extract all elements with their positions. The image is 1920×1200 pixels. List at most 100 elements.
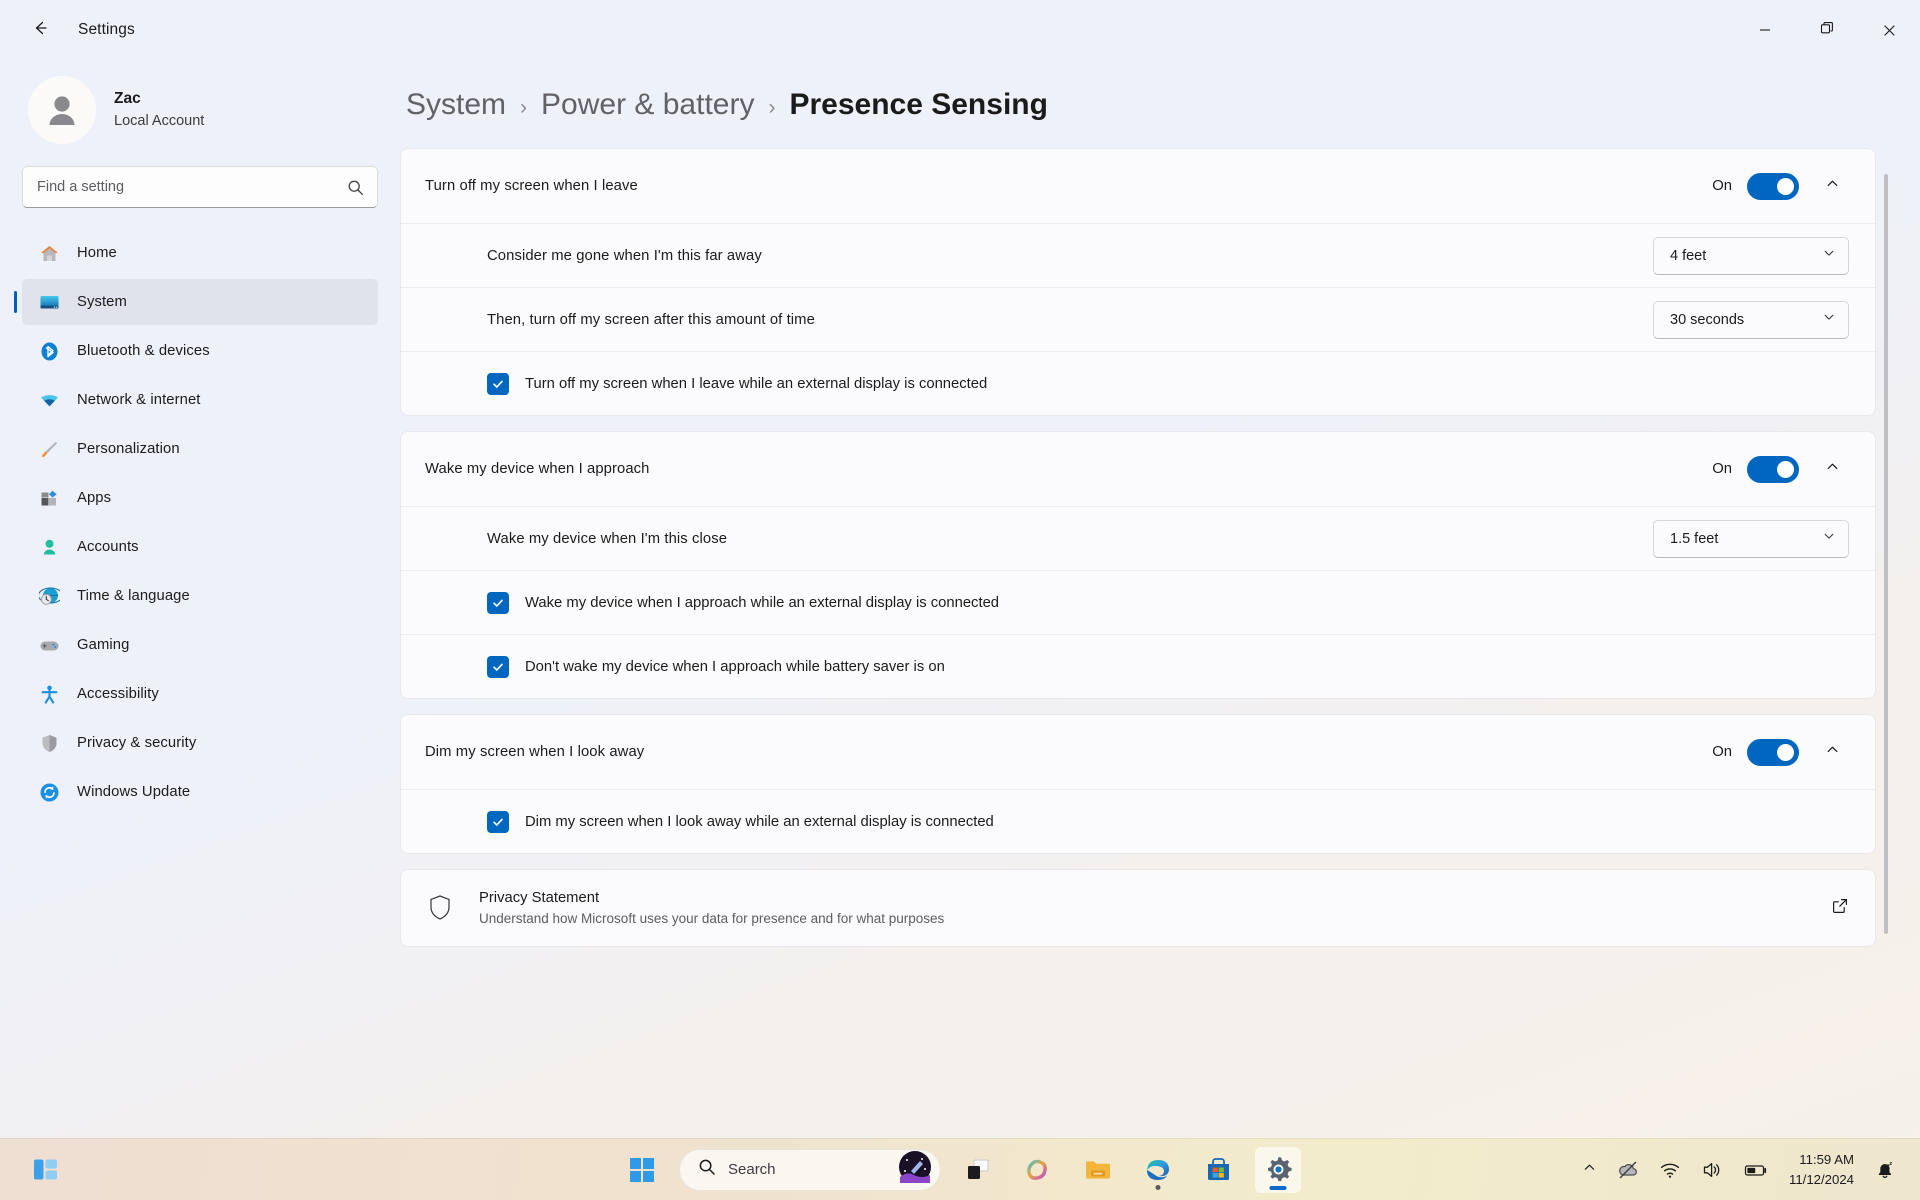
breadcrumb-system[interactable]: System (406, 88, 506, 122)
open-external-icon[interactable] (1831, 897, 1849, 920)
privacy-statement-card[interactable]: Privacy Statement Understand how Microso… (400, 869, 1876, 947)
person-avatar-icon (49, 96, 75, 125)
expand-collapse-button[interactable] (1815, 452, 1849, 486)
clock-globe-icon (38, 585, 60, 607)
setting-label: Consider me gone when I'm this far away (487, 247, 762, 264)
checkbox-dim-external-display[interactable] (487, 810, 509, 833)
setting-row-wake-external-display: Wake my device when I approach while an … (401, 570, 1875, 634)
microsoft-store-icon[interactable] (1195, 1147, 1241, 1193)
sidebar: Zac Local Account Find a setting Home Sy… (0, 60, 400, 1138)
breadcrumb-separator: › (520, 96, 528, 119)
wifi-icon[interactable] (1651, 1148, 1689, 1192)
group-header[interactable]: Wake my device when I approach On (401, 432, 1875, 506)
copilot-icon[interactable] (1015, 1147, 1061, 1193)
sidebar-item-network-internet[interactable]: Network & internet (22, 377, 378, 423)
toggle-dim-on-look-away[interactable] (1747, 738, 1799, 766)
clock-date: 11/12/2024 (1788, 1171, 1854, 1187)
minimize-button[interactable] (1734, 0, 1796, 60)
sidebar-item-label: Privacy & security (77, 735, 197, 751)
setting-row-wake-battery-saver: Don't wake my device when I approach whi… (401, 634, 1875, 698)
toggle-state-label: On (1712, 178, 1732, 194)
combo-turn-off-delay[interactable]: 30 seconds (1653, 300, 1849, 339)
setting-label: Then, turn off my screen after this amou… (487, 311, 815, 328)
account-block[interactable]: Zac Local Account (22, 60, 378, 166)
setting-row-external-display-turn-off: Turn off my screen when I leave while an… (401, 351, 1875, 415)
close-button[interactable] (1858, 0, 1920, 60)
page-title: Presence Sensing (789, 88, 1048, 121)
setting-row-distance-away: Consider me gone when I'm this far away … (401, 223, 1875, 287)
toggle-state-label: On (1712, 744, 1732, 760)
account-type: Local Account (114, 112, 205, 129)
sidebar-item-privacy-security[interactable]: Privacy & security (22, 720, 378, 766)
sidebar-item-accounts[interactable]: Accounts (22, 524, 378, 570)
breadcrumb: System › Power & battery › Presence Sens… (400, 60, 1890, 148)
setting-label: Wake my device when I'm this close (487, 530, 728, 547)
check-icon (493, 818, 503, 826)
edge-browser-icon[interactable] (1135, 1147, 1181, 1193)
scrollbar-thumb[interactable] (1884, 174, 1888, 934)
sidebar-item-personalization[interactable]: Personalization (22, 426, 378, 472)
title-bar: Settings (0, 0, 1920, 60)
chevron-down-icon (1822, 310, 1836, 329)
task-view-icon[interactable] (955, 1147, 1001, 1193)
search-box[interactable] (22, 166, 378, 208)
clock[interactable]: 11:59 AM 11/12/2024 (1781, 1150, 1862, 1188)
chevron-down-icon (1822, 246, 1836, 265)
onedrive-offline-icon[interactable] (1609, 1148, 1647, 1192)
expand-collapse-button[interactable] (1815, 169, 1849, 203)
checkbox-turn-off-external-display[interactable] (487, 372, 509, 395)
accessibility-person-icon (38, 683, 60, 705)
group-title: Turn off my screen when I leave (425, 178, 638, 194)
search-highlight-image[interactable] (898, 1150, 932, 1189)
bluetooth-icon (38, 340, 60, 362)
sidebar-item-windows-update[interactable]: Windows Update (22, 769, 378, 815)
avatar (28, 76, 96, 144)
battery-icon[interactable] (1735, 1148, 1777, 1192)
maximize-button[interactable] (1796, 0, 1858, 60)
settings-scroll-area: Turn off my screen when I leave On Consi… (400, 148, 1890, 1138)
sidebar-item-system[interactable]: System (14, 279, 378, 325)
tray-expand-button[interactable] (1574, 1148, 1605, 1192)
home-icon (38, 242, 60, 264)
windows-start-icon[interactable] (619, 1147, 665, 1193)
back-button[interactable] (18, 12, 62, 48)
gamepad-icon (38, 634, 60, 656)
checkbox-wake-battery-saver[interactable] (487, 655, 509, 678)
sidebar-item-label: Accounts (77, 539, 139, 555)
toggle-group: On (1712, 455, 1799, 483)
taskbar-center: Search (619, 1146, 1301, 1193)
expand-collapse-button[interactable] (1815, 735, 1849, 769)
scrollbar[interactable] (1884, 174, 1888, 1054)
shield-icon (38, 732, 60, 754)
check-icon (493, 663, 503, 671)
file-explorer-icon[interactable] (1075, 1147, 1121, 1193)
widgets-icon[interactable] (22, 1147, 68, 1193)
settings-gear-icon[interactable] (1255, 1146, 1301, 1193)
toggle-turn-off-screen[interactable] (1747, 172, 1799, 200)
sidebar-item-bluetooth-devices[interactable]: Bluetooth & devices (22, 328, 378, 374)
taskbar-search[interactable]: Search (679, 1148, 941, 1191)
sidebar-item-apps[interactable]: Apps (22, 475, 378, 521)
group-header[interactable]: Turn off my screen when I leave On (401, 149, 1875, 223)
volume-icon[interactable] (1693, 1148, 1731, 1192)
breadcrumb-power-battery[interactable]: Power & battery (541, 88, 754, 122)
toggle-wake-on-approach[interactable] (1747, 455, 1799, 483)
chevron-up-icon (1582, 1160, 1597, 1180)
search-input[interactable] (37, 179, 337, 195)
combo-distance-away[interactable]: 4 feet (1653, 236, 1849, 275)
sidebar-item-home[interactable]: Home (22, 230, 378, 276)
sidebar-item-accessibility[interactable]: Accessibility (22, 671, 378, 717)
combo-wake-distance[interactable]: 1.5 feet (1653, 519, 1849, 558)
settings-card-dim-on-look-away: Dim my screen when I look away On Dim my… (400, 714, 1876, 854)
checkbox-wake-external-display[interactable] (487, 591, 509, 614)
toggle-group: On (1712, 738, 1799, 766)
sidebar-item-label: Home (77, 245, 117, 261)
checkbox-label: Dim my screen when I look away while an … (525, 813, 994, 830)
bell-dnd-icon[interactable]: z z (1866, 1148, 1904, 1192)
sidebar-item-gaming[interactable]: Gaming (22, 622, 378, 668)
group-header[interactable]: Dim my screen when I look away On (401, 715, 1875, 789)
toggle-group: On (1712, 172, 1799, 200)
chevron-up-icon (1825, 742, 1840, 762)
sidebar-item-time-language[interactable]: Time & language (22, 573, 378, 619)
checkbox-label: Wake my device when I approach while an … (525, 594, 1000, 611)
